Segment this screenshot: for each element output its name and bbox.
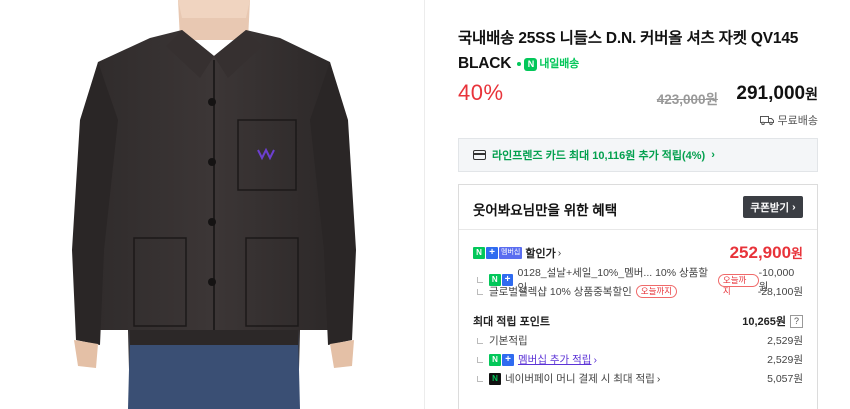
naver-n-icon: N <box>473 247 485 259</box>
product-image[interactable] <box>0 0 424 409</box>
help-icon[interactable]: ? <box>790 314 803 328</box>
chevron-right-icon: › <box>593 353 597 366</box>
benefit-title: 웃어봐요님만을 위한 혜택 <box>473 203 618 218</box>
credit-card-icon <box>473 150 486 160</box>
membership-points-row[interactable]: N + 멤버십 추가 적립 › 2,529원 <box>473 352 803 367</box>
chevron-right-icon: › <box>557 247 562 259</box>
discount-price-label: 할인가 <box>525 248 556 260</box>
membership-badge: 멤버십 <box>499 247 523 259</box>
points-item-amount: 5,057원 <box>767 373 803 385</box>
max-points-label: 최대 적립 포인트 <box>473 316 550 328</box>
sub-item-corner-icon <box>477 288 483 295</box>
product-title-text: 국내배송 25SS 니들스 D.N. 커버올 셔츠 자켓 QV145 BLACK <box>458 30 799 72</box>
plus-icon: + <box>486 247 498 259</box>
chevron-right-icon: › <box>792 201 796 213</box>
naver-n-icon: N <box>489 353 501 366</box>
speed-dot-icon <box>517 62 522 66</box>
discount-price-unit: 원 <box>791 246 803 261</box>
plus-icon: + <box>502 353 514 366</box>
points-item: 기본적립 2,529원 <box>473 333 803 348</box>
get-coupon-label: 쿠폰받기 <box>750 201 790 214</box>
benefit-divider <box>459 229 817 230</box>
sale-price: 291,000원 <box>736 83 818 105</box>
max-points-row: 최대 적립 포인트 10,265원 ? <box>473 313 803 329</box>
card-promo-text: 라인프렌즈 카드 최대 10,116원 추가 적립(4%) <box>492 150 706 162</box>
sub-item-corner-icon <box>477 356 483 363</box>
column-divider <box>424 0 425 409</box>
tomorrow-delivery-badge: N 내일배송 <box>517 52 579 77</box>
naver-n-icon: N <box>524 57 538 71</box>
points-item-label: 멤버십 추가 적립 <box>518 354 592 366</box>
card-promo-banner[interactable]: 라인프렌즈 카드 최대 10,116원 추가 적립(4%) › <box>458 138 818 172</box>
discount-price: 252,900원 <box>730 243 803 263</box>
naver-pay-icon: N <box>489 372 501 385</box>
discount-item-amount: -28,100원 <box>757 286 803 298</box>
discount-price-row[interactable]: N + 멤버십 할인가 › 252,900원 <box>473 243 803 263</box>
sub-item-corner-icon <box>477 277 483 283</box>
sale-price-value: 291,000 <box>736 83 806 104</box>
points-item-amount: 2,529원 <box>767 335 803 347</box>
sale-price-unit: 원 <box>805 86 818 102</box>
member-benefit-box: 웃어봐요님만을 위한 혜택 쿠폰받기 › N + 멤버십 할인가 › 252,9… <box>458 184 818 409</box>
original-price: 423,000원 <box>656 92 718 107</box>
product-title: 국내배송 25SS 니들스 D.N. 커버올 셔츠 자켓 QV145 BLACK… <box>458 26 820 77</box>
naverpay-points-row[interactable]: N 네이버페이 머니 결제 시 최대 적립 › 5,057원 <box>473 371 803 386</box>
chevron-right-icon: › <box>711 149 715 161</box>
points-item-amount: 2,529원 <box>767 354 803 366</box>
discount-item-label: 글로벌셀렉샵 10% 상품중복할인 <box>489 286 632 298</box>
truck-icon <box>759 116 774 125</box>
max-points-value: 10,265원 <box>742 316 786 328</box>
sub-item-corner-icon <box>477 337 483 344</box>
discount-rate: 40% <box>458 80 504 105</box>
points-item-label: 기본적립 <box>489 335 528 347</box>
shipping-label: 무료배송 <box>777 115 818 127</box>
shipping-info: 무료배송 <box>759 112 818 128</box>
tomorrow-delivery-label: 내일배송 <box>539 57 580 70</box>
product-page: 국내배송 25SS 니들스 D.N. 커버올 셔츠 자켓 QV145 BLACK… <box>0 0 850 409</box>
discount-item: 글로벌셀렉샵 10% 상품중복할인 오늘까지 -28,100원 <box>473 284 803 299</box>
get-coupon-button[interactable]: 쿠폰받기 › <box>743 196 803 218</box>
discount-price-value: 252,900 <box>729 243 792 262</box>
today-only-tag: 오늘까지 <box>635 285 678 298</box>
sub-item-corner-icon <box>477 375 483 382</box>
chevron-right-icon: › <box>656 372 661 385</box>
points-item-label: 네이버페이 머니 결제 시 최대 적립 <box>505 373 655 385</box>
